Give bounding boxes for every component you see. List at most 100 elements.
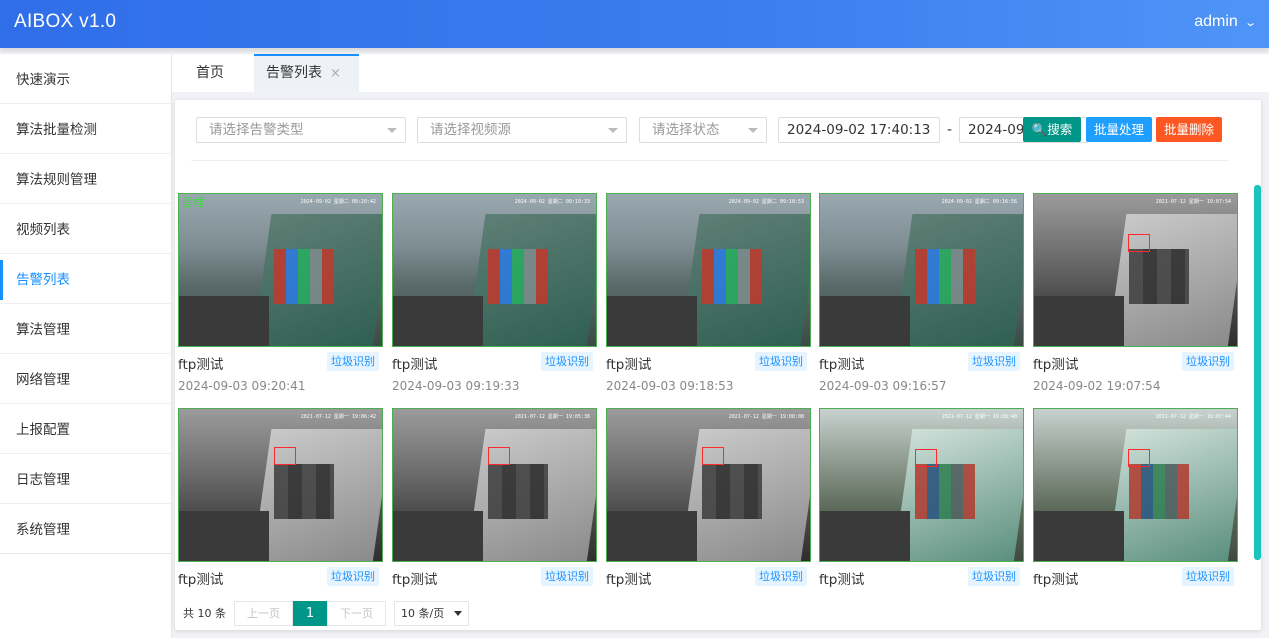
video-timestamp: 2021-07-12 星期一 19:06:42 bbox=[300, 414, 376, 420]
app-title: AIBOX v1.0 bbox=[14, 11, 117, 32]
card-type-tag: 垃圾识别 bbox=[1182, 567, 1234, 586]
card-time: 2024-09-03 09:18:53 bbox=[606, 379, 734, 393]
alarm-card[interactable]: 2024-09-02 星期二 09:19:33 ftp测试 垃圾识别 2024-0… bbox=[392, 193, 597, 393]
status-select[interactable]: 请选择状态 bbox=[639, 117, 767, 143]
alarm-card[interactable]: 2021-07-12 星期一 19:06:42 ftp测试 垃圾识别 bbox=[178, 408, 383, 588]
card-type-tag: 垃圾识别 bbox=[541, 567, 593, 586]
detection-box bbox=[702, 447, 724, 465]
card-time: 2024-09-03 09:20:41 bbox=[178, 379, 306, 393]
top-header: AIBOX v1.0 admin ⌄ bbox=[0, 0, 1269, 48]
close-icon[interactable]: × bbox=[330, 66, 341, 81]
alarm-card[interactable]: 2021-07-12 星期一 19:07:54 ftp测试 垃圾识别 2024-0… bbox=[1033, 193, 1238, 393]
card-type-tag: 垃圾识别 bbox=[755, 567, 807, 586]
card-type-tag: 垃圾识别 bbox=[968, 567, 1020, 586]
search-button[interactable]: 🔍搜索 bbox=[1023, 117, 1081, 142]
card-type-tag: 垃圾识别 bbox=[327, 567, 379, 586]
detection-box bbox=[915, 449, 937, 467]
tab-home[interactable]: 首页 bbox=[196, 54, 224, 92]
video-timestamp: 2021-07-12 星期一 19:07:44 bbox=[1155, 414, 1231, 420]
detection-box bbox=[1128, 234, 1150, 252]
alarm-card[interactable]: 画框 2024-09-02 星期二 09:20:42 ftp测试 垃圾识别 202… bbox=[178, 193, 383, 393]
card-type-tag: 垃圾识别 bbox=[541, 352, 593, 371]
alarm-card[interactable]: 2024-09-02 星期二 09:16:56 ftp测试 垃圾识别 2024-0… bbox=[819, 193, 1024, 393]
detection-box bbox=[488, 447, 510, 465]
card-source-name: ftp测试 bbox=[178, 357, 224, 373]
username: admin bbox=[1194, 13, 1238, 30]
search-icon: 🔍 bbox=[1031, 122, 1048, 137]
filter-bar: 请选择告警类型 请选择视频源 请选择状态 2024-09-02 17:40:13… bbox=[191, 109, 1229, 161]
alarm-thumbnail[interactable]: 2024-09-02 星期二 09:19:33 bbox=[392, 193, 597, 347]
alarm-thumbnail[interactable]: 2024-09-02 星期二 09:18:53 bbox=[606, 193, 811, 347]
alarm-thumbnail[interactable]: 2021-07-12 星期一 19:07:54 bbox=[1033, 193, 1238, 347]
alarm-thumbnail[interactable]: 2021-07-12 星期一 19:08:08 bbox=[606, 408, 811, 562]
tab-alarm-list-label: 告警列表 bbox=[266, 65, 322, 81]
video-timestamp: 2021-07-12 星期一 19:07:54 bbox=[1155, 199, 1231, 205]
start-time-input[interactable]: 2024-09-02 17:40:13 bbox=[778, 117, 940, 143]
user-menu[interactable]: admin ⌄ bbox=[1194, 13, 1257, 31]
card-source-name: ftp测试 bbox=[392, 572, 438, 588]
alarm-thumbnail[interactable]: 画框 2024-09-02 星期二 09:20:42 bbox=[178, 193, 383, 347]
alarm-card[interactable]: 2021-07-12 星期一 19:08:08 ftp测试 垃圾识别 bbox=[606, 408, 811, 588]
card-source-name: ftp测试 bbox=[819, 572, 865, 588]
video-source-select[interactable]: 请选择视频源 bbox=[417, 117, 627, 143]
alarm-thumbnail[interactable]: 2021-07-12 星期一 19:06:42 bbox=[178, 408, 383, 562]
caret-down-icon bbox=[387, 128, 397, 133]
tabs-bar: 首页 告警列表 × bbox=[172, 54, 1269, 92]
next-page-button[interactable]: 下一页 bbox=[327, 600, 386, 626]
card-type-tag: 垃圾识别 bbox=[968, 352, 1020, 371]
detection-box bbox=[1128, 449, 1150, 467]
card-source-name: ftp测试 bbox=[178, 572, 224, 588]
prev-page-button[interactable]: 上一页 bbox=[234, 600, 293, 626]
sidebar-item-network-management[interactable]: 网络管理 bbox=[0, 354, 171, 404]
card-time: 2024-09-02 19:07:54 bbox=[1033, 379, 1161, 393]
osd-overlay: 画框 bbox=[182, 196, 204, 209]
date-separator: - bbox=[947, 122, 953, 138]
sidebar-item-algorithm-management[interactable]: 算法管理 bbox=[0, 304, 171, 354]
alarm-thumbnail[interactable]: 2021-07-12 星期一 19:05:38 bbox=[392, 408, 597, 562]
alarm-thumbnail[interactable]: 2021-07-12 星期一 19:08:40 bbox=[819, 408, 1024, 562]
caret-down-icon bbox=[454, 610, 463, 616]
current-page-button[interactable]: 1 bbox=[293, 600, 327, 626]
sidebar-item-quick-demo[interactable]: 快速演示 bbox=[0, 54, 171, 104]
video-timestamp: 2024-09-02 星期二 09:18:53 bbox=[728, 199, 804, 205]
page-size-select[interactable]: 10 条/页 bbox=[394, 600, 470, 626]
alarm-thumbnail[interactable]: 2021-07-12 星期一 19:07:44 bbox=[1033, 408, 1238, 562]
alarm-panel: 请选择告警类型 请选择视频源 请选择状态 2024-09-02 17:40:13… bbox=[175, 100, 1261, 630]
sidebar: 快速演示 算法批量检测 算法规则管理 视频列表 告警列表 算法管理 网络管理 上… bbox=[0, 54, 172, 638]
alarm-card[interactable]: 2024-09-02 星期二 09:18:53 ftp测试 垃圾识别 2024-0… bbox=[606, 193, 811, 393]
alarm-type-select[interactable]: 请选择告警类型 bbox=[196, 117, 406, 143]
video-timestamp: 2021-07-12 星期一 19:08:08 bbox=[728, 414, 804, 420]
card-type-tag: 垃圾识别 bbox=[755, 352, 807, 371]
batch-delete-button[interactable]: 批量删除 bbox=[1156, 117, 1222, 142]
chevron-down-icon: ⌄ bbox=[1243, 16, 1257, 29]
alarm-card[interactable]: 2021-07-12 星期一 19:05:38 ftp测试 垃圾识别 bbox=[392, 408, 597, 588]
card-time: 2024-09-03 09:16:57 bbox=[819, 379, 947, 393]
card-type-tag: 垃圾识别 bbox=[1182, 352, 1234, 371]
card-source-name: ftp测试 bbox=[1033, 572, 1079, 588]
card-source-name: ftp测试 bbox=[1033, 357, 1079, 373]
tab-alarm-list[interactable]: 告警列表 × bbox=[254, 54, 359, 92]
alarm-thumbnail[interactable]: 2024-09-02 星期二 09:16:56 bbox=[819, 193, 1024, 347]
caret-down-icon bbox=[748, 128, 758, 133]
pagination-total: 共 10 条 bbox=[183, 607, 226, 620]
sidebar-item-rule-management[interactable]: 算法规则管理 bbox=[0, 154, 171, 204]
video-timestamp: 2024-09-02 星期二 09:20:42 bbox=[300, 199, 376, 205]
pagination: 共 10 条 上一页 1 下一页 10 条/页 bbox=[183, 600, 470, 626]
alarm-card[interactable]: 2021-07-12 星期一 19:07:44 ftp测试 垃圾识别 bbox=[1033, 408, 1238, 588]
card-source-name: ftp测试 bbox=[606, 357, 652, 373]
sidebar-item-batch-detection[interactable]: 算法批量检测 bbox=[0, 104, 171, 154]
sidebar-item-alarm-list[interactable]: 告警列表 bbox=[0, 254, 171, 304]
scrollbar[interactable] bbox=[1254, 185, 1261, 560]
video-timestamp: 2024-09-02 星期二 09:16:56 bbox=[941, 199, 1017, 205]
alarm-card[interactable]: 2021-07-12 星期一 19:08:40 ftp测试 垃圾识别 bbox=[819, 408, 1024, 588]
card-source-name: ftp测试 bbox=[606, 572, 652, 588]
batch-process-button[interactable]: 批量处理 bbox=[1086, 117, 1152, 142]
sidebar-item-video-list[interactable]: 视频列表 bbox=[0, 204, 171, 254]
sidebar-item-report-config[interactable]: 上报配置 bbox=[0, 404, 171, 454]
video-timestamp: 2021-07-12 星期一 19:05:38 bbox=[514, 414, 590, 420]
card-source-name: ftp测试 bbox=[819, 357, 865, 373]
sidebar-item-system-management[interactable]: 系统管理 bbox=[0, 504, 171, 554]
card-type-tag: 垃圾识别 bbox=[327, 352, 379, 371]
sidebar-item-log-management[interactable]: 日志管理 bbox=[0, 454, 171, 504]
card-source-name: ftp测试 bbox=[392, 357, 438, 373]
